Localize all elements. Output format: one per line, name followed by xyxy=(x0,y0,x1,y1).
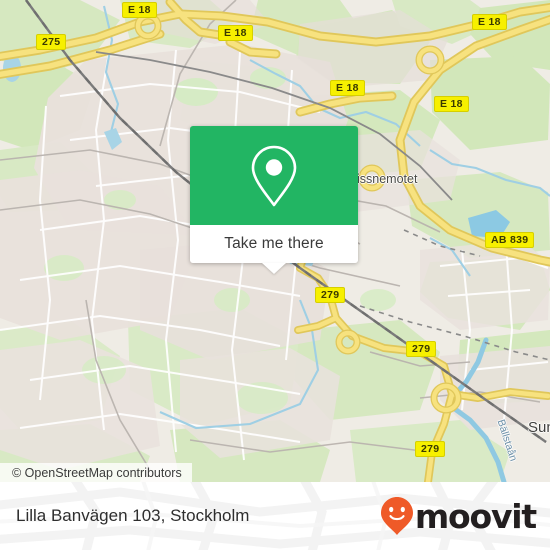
attribution-text: © OpenStreetMap contributors xyxy=(12,465,182,480)
road-shield-275: 275 xyxy=(36,34,67,50)
road-shield-279-lower: 279 xyxy=(415,441,446,457)
map-pin-icon xyxy=(251,145,297,206)
road-shield-279-mid: 279 xyxy=(406,341,437,357)
map-canvas[interactable]: E 18 E 18 E 18 E 18 E 18 275 AB 839 279 … xyxy=(0,0,550,482)
take-me-there-label: Take me there xyxy=(224,235,324,252)
footer-bar: Lilla Banvägen 103, Stockholm moovit xyxy=(0,482,550,550)
moovit-wordmark: moovit xyxy=(414,496,537,536)
road-shield-e18-top-mid: E 18 xyxy=(218,25,253,41)
road-shield-e18-top-right: E 18 xyxy=(472,14,507,30)
map-label-issnemotet: issnemotet xyxy=(357,172,418,186)
road-shield-e18-upper-right: E 18 xyxy=(434,96,469,112)
road-shield-ab839: AB 839 xyxy=(485,232,535,248)
moovit-pin-smile-icon xyxy=(380,497,413,535)
popup-pointer xyxy=(262,263,286,274)
map-label-sundbyberg: Sun xyxy=(528,419,550,436)
popup-icon-area xyxy=(190,126,358,225)
map-attribution[interactable]: © OpenStreetMap contributors xyxy=(0,463,192,482)
road-shield-279-upper: 279 xyxy=(315,287,346,303)
location-popup-card[interactable]: Take me there xyxy=(190,126,358,274)
popup-cta-area[interactable]: Take me there xyxy=(190,225,358,274)
moovit-brand-logo[interactable]: moovit xyxy=(380,496,537,536)
road-shield-e18-top-left: E 18 xyxy=(122,2,157,18)
moovit-map-screenshot: E 18 E 18 E 18 E 18 E 18 275 AB 839 279 … xyxy=(0,0,550,550)
address-label: Lilla Banvägen 103, Stockholm xyxy=(16,506,250,525)
road-shield-e18-upper-mid: E 18 xyxy=(330,80,365,96)
